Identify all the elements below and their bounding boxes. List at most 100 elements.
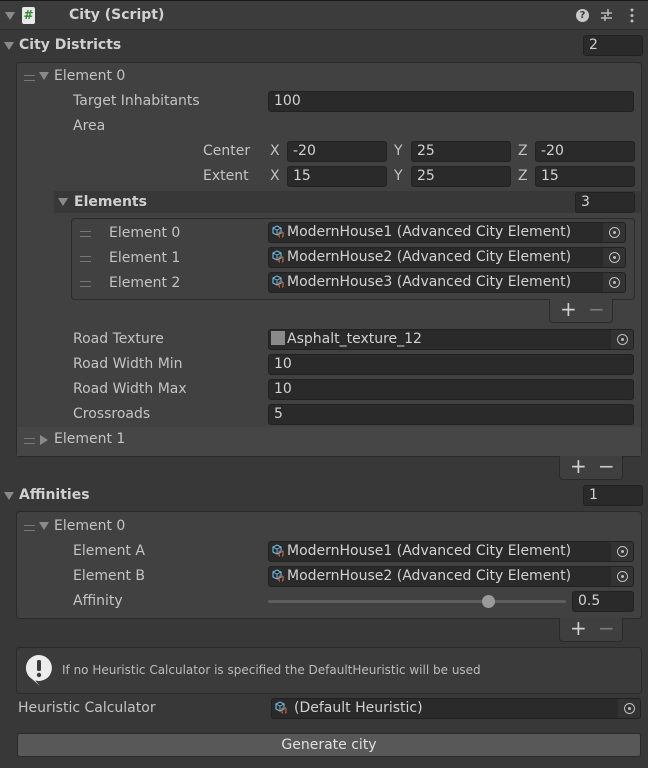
heuristic-calculator-value: (Default Heuristic) [294, 700, 423, 716]
elements-foldout-icon[interactable] [58, 198, 68, 206]
elements-count[interactable]: 3 [575, 192, 635, 213]
district-element-0-label[interactable]: Element 0 [54, 68, 125, 84]
object-picker-icon [608, 252, 620, 263]
road-texture-field[interactable]: Asphalt_texture_12 [268, 329, 634, 350]
element-b-value: ModernHouse2 (Advanced City Element) [287, 568, 572, 584]
prefab-icon [272, 225, 284, 238]
generate-city-button[interactable]: Generate city [17, 733, 641, 757]
object-picker-icon [623, 703, 635, 714]
drag-handle-icon[interactable] [24, 75, 35, 81]
component-title: City (Script) [69, 7, 165, 23]
affinities-foldout-icon[interactable] [4, 492, 14, 500]
crossroads-label: Crossroads [73, 406, 151, 422]
road-width-min-input[interactable]: 10 [268, 354, 634, 375]
sub-element-1-value: ModernHouse2 (Advanced City Element) [287, 249, 572, 265]
element-1-foldout-icon[interactable] [40, 435, 48, 445]
affinities-label[interactable]: Affinities [19, 487, 90, 503]
extent-label: Extent [203, 168, 249, 184]
district-element-1-label[interactable]: Element 1 [54, 431, 125, 447]
warning-icon [25, 654, 52, 686]
prefab-icon [272, 275, 284, 288]
heuristic-calculator-field[interactable]: (Default Heuristic) [271, 698, 641, 719]
remove-district-button[interactable]: − [598, 454, 615, 478]
prefab-icon [272, 250, 284, 263]
drag-handle-icon[interactable] [24, 438, 35, 444]
center-z-label: Z [518, 143, 528, 159]
drag-handle-icon[interactable] [80, 281, 91, 287]
component-header[interactable]: # City (Script) ? [0, 0, 648, 30]
object-picker-icon [616, 546, 628, 557]
add-district-button[interactable]: + [570, 454, 587, 478]
collapse-arrow-icon[interactable] [5, 12, 15, 20]
affinity-element-0-label[interactable]: Element 0 [54, 518, 125, 534]
center-x-input[interactable]: -20 [287, 141, 387, 162]
object-picker-button[interactable] [611, 567, 633, 586]
element-a-field[interactable]: ModernHouse1 (Advanced City Element) [268, 541, 634, 562]
element-0-foldout-icon[interactable] [39, 72, 49, 80]
affinities-add-remove: + − [559, 616, 623, 642]
center-z-input[interactable]: -20 [535, 141, 635, 162]
city-districts-label[interactable]: City Districts [19, 37, 121, 53]
city-districts-count[interactable]: 2 [583, 35, 643, 56]
element-b-field[interactable]: ModernHouse2 (Advanced City Element) [268, 566, 634, 587]
center-label: Center [203, 143, 251, 159]
city-districts-foldout-icon[interactable] [4, 42, 14, 50]
elements-label[interactable]: Elements [74, 194, 147, 210]
drag-handle-icon[interactable] [24, 525, 35, 531]
help-box: If no Heuristic Calculator is specified … [16, 647, 642, 694]
prefab-icon [272, 569, 284, 582]
affinity-label: Affinity [73, 593, 123, 609]
object-picker-button[interactable] [611, 542, 633, 561]
element-b-label: Element B [73, 568, 146, 584]
object-picker-icon [608, 277, 620, 288]
center-x-label: X [270, 143, 280, 159]
sub-element-2-value: ModernHouse3 (Advanced City Element) [287, 274, 572, 290]
help-box-text: If no Heuristic Calculator is specified … [62, 663, 481, 677]
extent-z-input[interactable]: 15 [535, 166, 635, 187]
add-element-button[interactable]: + [560, 297, 577, 321]
road-width-max-input[interactable]: 10 [268, 379, 634, 400]
object-picker-button[interactable] [603, 248, 625, 267]
object-picker-icon [616, 334, 628, 345]
object-picker-button[interactable] [618, 699, 640, 718]
extent-x-input[interactable]: 15 [287, 166, 387, 187]
affinity-slider-track[interactable] [268, 600, 566, 603]
sub-element-2-label: Element 2 [109, 275, 181, 291]
remove-element-button[interactable]: − [588, 297, 605, 321]
extent-y-input[interactable]: 25 [411, 166, 511, 187]
more-icon[interactable] [630, 8, 634, 23]
extent-y-label: Y [394, 168, 403, 184]
drag-handle-icon[interactable] [80, 256, 91, 262]
affinity-input[interactable]: 0.5 [572, 591, 634, 612]
center-y-input[interactable]: 25 [411, 141, 511, 162]
districts-add-remove: + − [559, 454, 623, 480]
road-texture-value: Asphalt_texture_12 [287, 331, 422, 347]
sub-element-0-field[interactable]: ModernHouse1 (Advanced City Element) [268, 222, 626, 243]
preset-icon[interactable] [600, 8, 613, 22]
target-inhabitants-input[interactable]: 100 [268, 91, 634, 112]
sub-element-0-label: Element 0 [109, 225, 181, 241]
extent-x-label: X [270, 168, 280, 184]
crossroads-input[interactable]: 5 [268, 404, 634, 425]
add-affinity-button[interactable]: + [570, 616, 587, 640]
sub-element-0-value: ModernHouse1 (Advanced City Element) [287, 224, 572, 240]
sub-element-2-field[interactable]: ModernHouse3 (Advanced City Element) [268, 272, 626, 293]
heuristic-calculator-label: Heuristic Calculator [18, 700, 156, 716]
object-picker-button[interactable] [611, 330, 633, 349]
road-width-min-label: Road Width Min [73, 356, 183, 372]
target-inhabitants-label: Target Inhabitants [73, 93, 200, 109]
object-picker-button[interactable] [603, 273, 625, 292]
sub-element-1-field[interactable]: ModernHouse2 (Advanced City Element) [268, 247, 626, 268]
object-picker-button[interactable] [603, 223, 625, 242]
help-icon[interactable]: ? [576, 9, 589, 22]
elements-add-remove: + − [549, 297, 613, 323]
remove-affinity-button[interactable]: − [598, 616, 615, 640]
drag-handle-icon[interactable] [80, 231, 91, 237]
affinity-slider-thumb[interactable] [481, 595, 495, 608]
element-a-label: Element A [73, 543, 145, 559]
affinity-element-0-foldout-icon[interactable] [39, 522, 49, 530]
affinities-count[interactable]: 1 [583, 485, 643, 506]
script-icon: # [22, 7, 35, 24]
road-width-max-label: Road Width Max [73, 381, 187, 397]
center-y-label: Y [394, 143, 403, 159]
